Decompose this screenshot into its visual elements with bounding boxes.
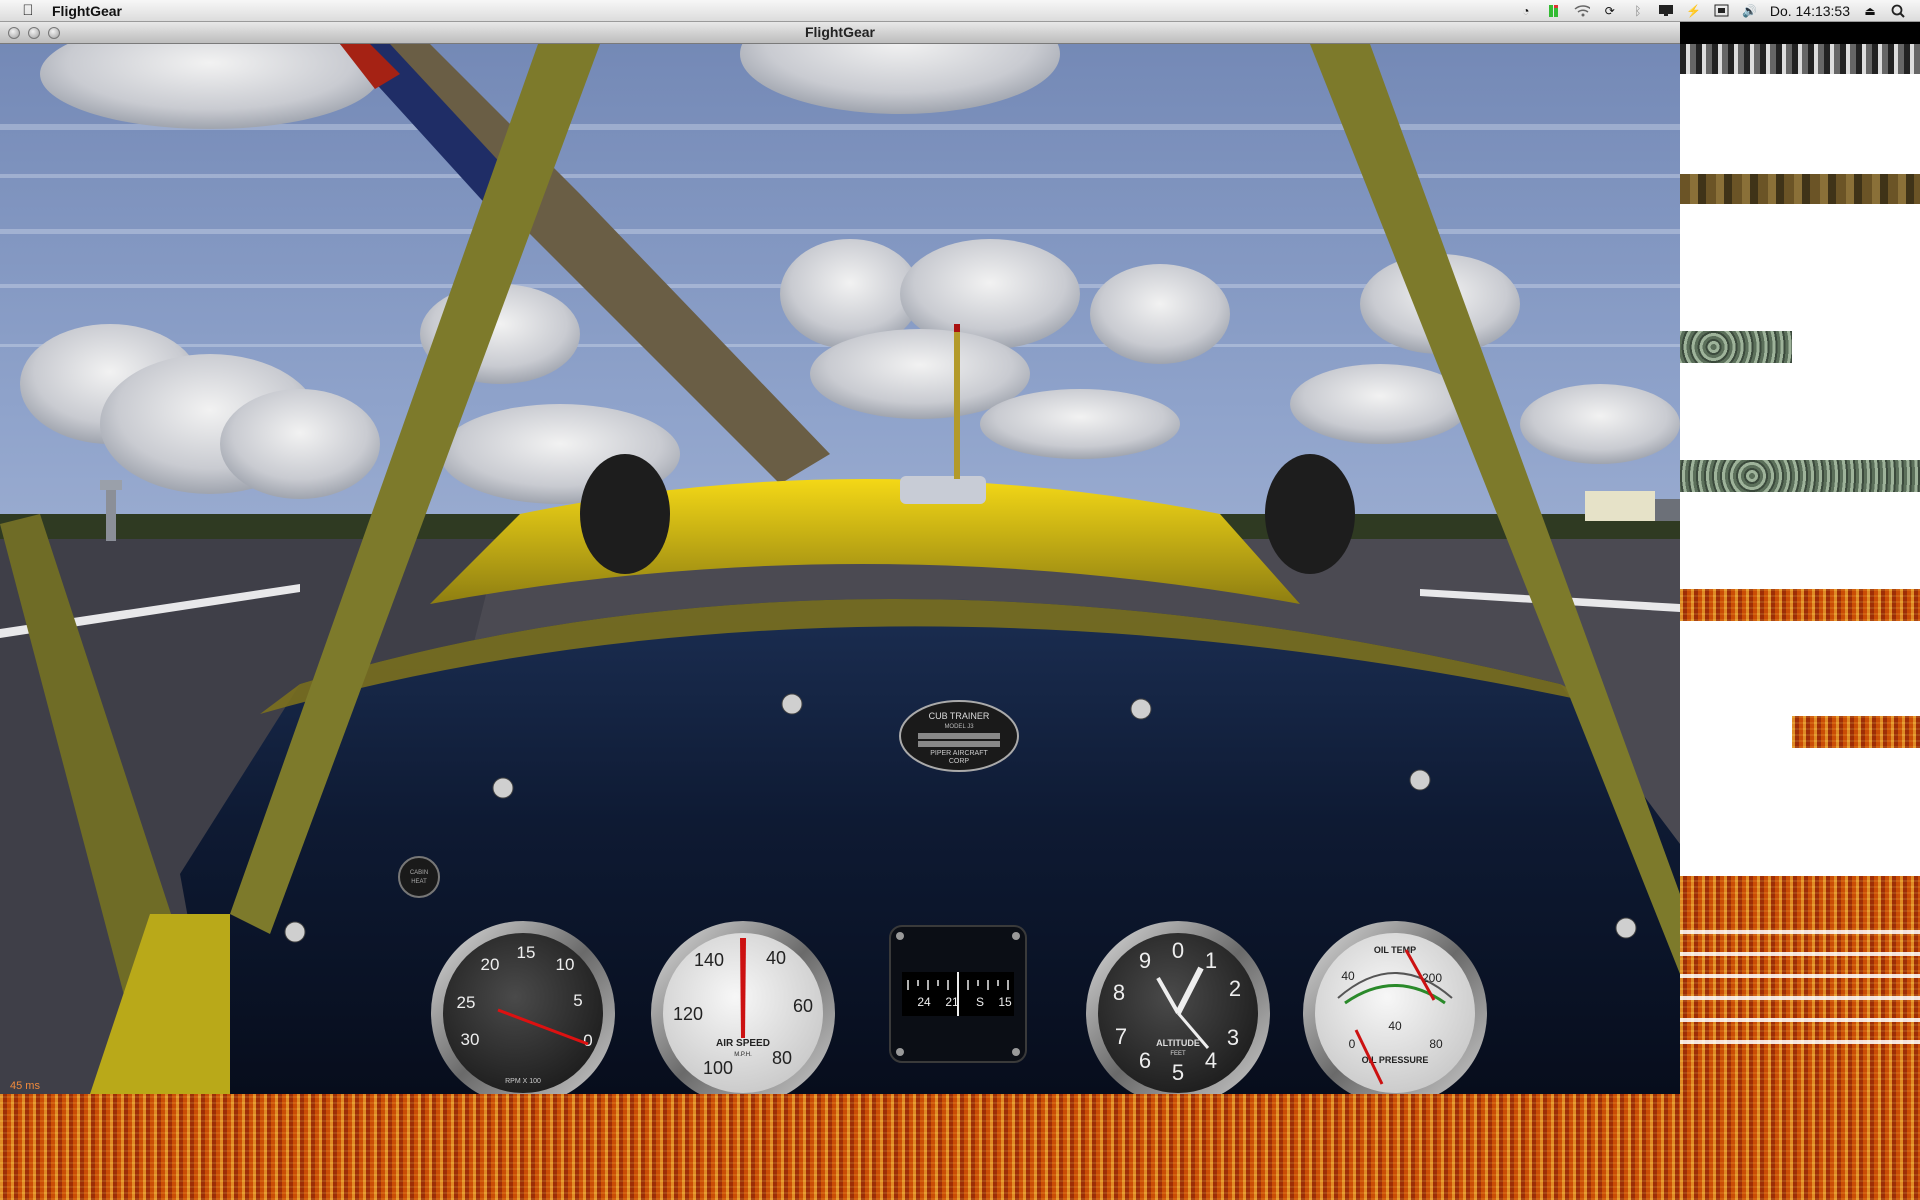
texture-artifact-bottom bbox=[0, 1094, 1680, 1200]
wifi-icon[interactable] bbox=[1574, 4, 1590, 18]
hangar-building bbox=[1585, 491, 1655, 521]
altimeter-gauge: 0 1 2 3 4 5 6 7 8 9 ALTITUDE FEET bbox=[1086, 921, 1270, 1094]
svg-text:HEAT: HEAT bbox=[411, 879, 427, 885]
svg-text:0: 0 bbox=[583, 1031, 592, 1050]
eject-icon[interactable]: ⏏ bbox=[1862, 4, 1878, 18]
cabin-heat-knob[interactable]: CABIN HEAT bbox=[396, 854, 442, 900]
oil-gauge: OIL TEMP 40 200 0 40 80 OIL PRESSURE bbox=[1303, 921, 1487, 1094]
left-cylinder bbox=[580, 454, 670, 574]
bluetooth-icon[interactable]: ᛒ bbox=[1630, 4, 1646, 18]
svg-text:8: 8 bbox=[1113, 980, 1125, 1005]
right-cylinder bbox=[1265, 454, 1355, 574]
svg-text:M.P.H.: M.P.H. bbox=[734, 1052, 752, 1058]
keyboard-icon[interactable] bbox=[1714, 4, 1730, 18]
data-plate: CUB TRAINER MODEL J3 PIPER AIRCRAFT CORP bbox=[899, 700, 1019, 772]
time-machine-icon[interactable]: ◔ bbox=[1518, 4, 1534, 18]
svg-text:21: 21 bbox=[945, 995, 959, 1009]
flight-view[interactable]: CUB TRAINER MODEL J3 PIPER AIRCRAFT CORP… bbox=[0, 44, 1680, 1094]
window-title: FlightGear bbox=[804, 24, 875, 40]
sync-icon[interactable]: ⟳ bbox=[1602, 4, 1618, 18]
svg-text:RPM X 100: RPM X 100 bbox=[505, 1078, 541, 1085]
svg-text:OIL TEMP: OIL TEMP bbox=[1374, 945, 1416, 955]
fuel-cap bbox=[900, 476, 986, 504]
svg-text:9: 9 bbox=[1139, 948, 1151, 973]
svg-text:140: 140 bbox=[694, 950, 724, 970]
battery-meter-icon[interactable] bbox=[1546, 4, 1562, 18]
svg-text:15: 15 bbox=[517, 943, 536, 962]
airspeed-needle bbox=[740, 938, 746, 1038]
svg-text:4: 4 bbox=[1205, 1048, 1217, 1073]
svg-text:40: 40 bbox=[766, 948, 786, 968]
svg-text:AIR SPEED: AIR SPEED bbox=[716, 1038, 770, 1049]
fuel-gauge-wire bbox=[954, 324, 960, 479]
airspeed-indicator: 140 40 120 60 100 80 AIR SPEED M.P.H. bbox=[651, 921, 835, 1094]
svg-text:7: 7 bbox=[1115, 1024, 1127, 1049]
plate-corp: CORP bbox=[949, 758, 970, 765]
svg-text:40: 40 bbox=[1341, 969, 1355, 983]
window-titlebar[interactable]: FlightGear bbox=[0, 22, 1680, 44]
svg-text:15: 15 bbox=[998, 995, 1012, 1009]
volume-icon[interactable]: 🔊 bbox=[1742, 4, 1758, 18]
svg-text:6: 6 bbox=[1139, 1048, 1151, 1073]
menu-clock[interactable]: Do. 14:13:53 bbox=[1770, 3, 1850, 19]
svg-text:80: 80 bbox=[1429, 1037, 1443, 1051]
svg-text:100: 100 bbox=[703, 1058, 733, 1078]
apple-icon[interactable]:  bbox=[18, 2, 38, 19]
svg-text:20: 20 bbox=[481, 955, 500, 974]
display-icon[interactable] bbox=[1658, 4, 1674, 18]
svg-text:24: 24 bbox=[917, 995, 931, 1009]
spotlight-icon[interactable] bbox=[1890, 4, 1906, 18]
svg-text:3: 3 bbox=[1227, 1025, 1239, 1050]
plate-model: MODEL J3 bbox=[944, 724, 974, 730]
magnetic-compass: 24 21 S 15 bbox=[889, 925, 1027, 1063]
svg-text:1: 1 bbox=[1205, 948, 1217, 973]
svg-text:FEET: FEET bbox=[1170, 1051, 1186, 1057]
status-menus: ◔ ⟳ ᛒ ⚡ 🔊 Do. 14:13:53 ⏏ bbox=[1518, 3, 1920, 19]
svg-text:80: 80 bbox=[772, 1048, 792, 1068]
control-tower bbox=[106, 486, 116, 541]
svg-text:40: 40 bbox=[1388, 1019, 1402, 1033]
svg-text:ALTITUDE: ALTITUDE bbox=[1156, 1038, 1200, 1048]
svg-text:25: 25 bbox=[457, 993, 476, 1012]
plate-title: CUB TRAINER bbox=[929, 711, 990, 721]
bolt-icon[interactable]: ⚡ bbox=[1686, 4, 1702, 18]
texture-artifact-strip bbox=[1680, 44, 1920, 1200]
svg-text:30: 30 bbox=[461, 1030, 480, 1049]
plate-maker: PIPER AIRCRAFT bbox=[930, 750, 988, 757]
svg-text:5: 5 bbox=[1172, 1060, 1184, 1085]
svg-text:0: 0 bbox=[1172, 938, 1184, 963]
svg-text:120: 120 bbox=[673, 1004, 703, 1024]
svg-text:S: S bbox=[976, 995, 984, 1009]
tachometer-gauge: 20 15 10 25 5 30 0 RPM X 100 bbox=[431, 921, 615, 1094]
frame-time-readout: 45 ms bbox=[10, 1080, 40, 1092]
app-menu-name[interactable]: FlightGear bbox=[52, 3, 122, 19]
svg-text:60: 60 bbox=[793, 996, 813, 1016]
svg-text:10: 10 bbox=[556, 955, 575, 974]
menu-bar:  FlightGear ◔ ⟳ ᛒ ⚡ 🔊 Do. 14:13:53 ⏏ bbox=[0, 0, 1920, 22]
svg-text:CABIN: CABIN bbox=[410, 870, 428, 876]
svg-text:0: 0 bbox=[1349, 1037, 1356, 1051]
svg-text:2: 2 bbox=[1229, 976, 1241, 1001]
svg-text:5: 5 bbox=[573, 991, 582, 1010]
